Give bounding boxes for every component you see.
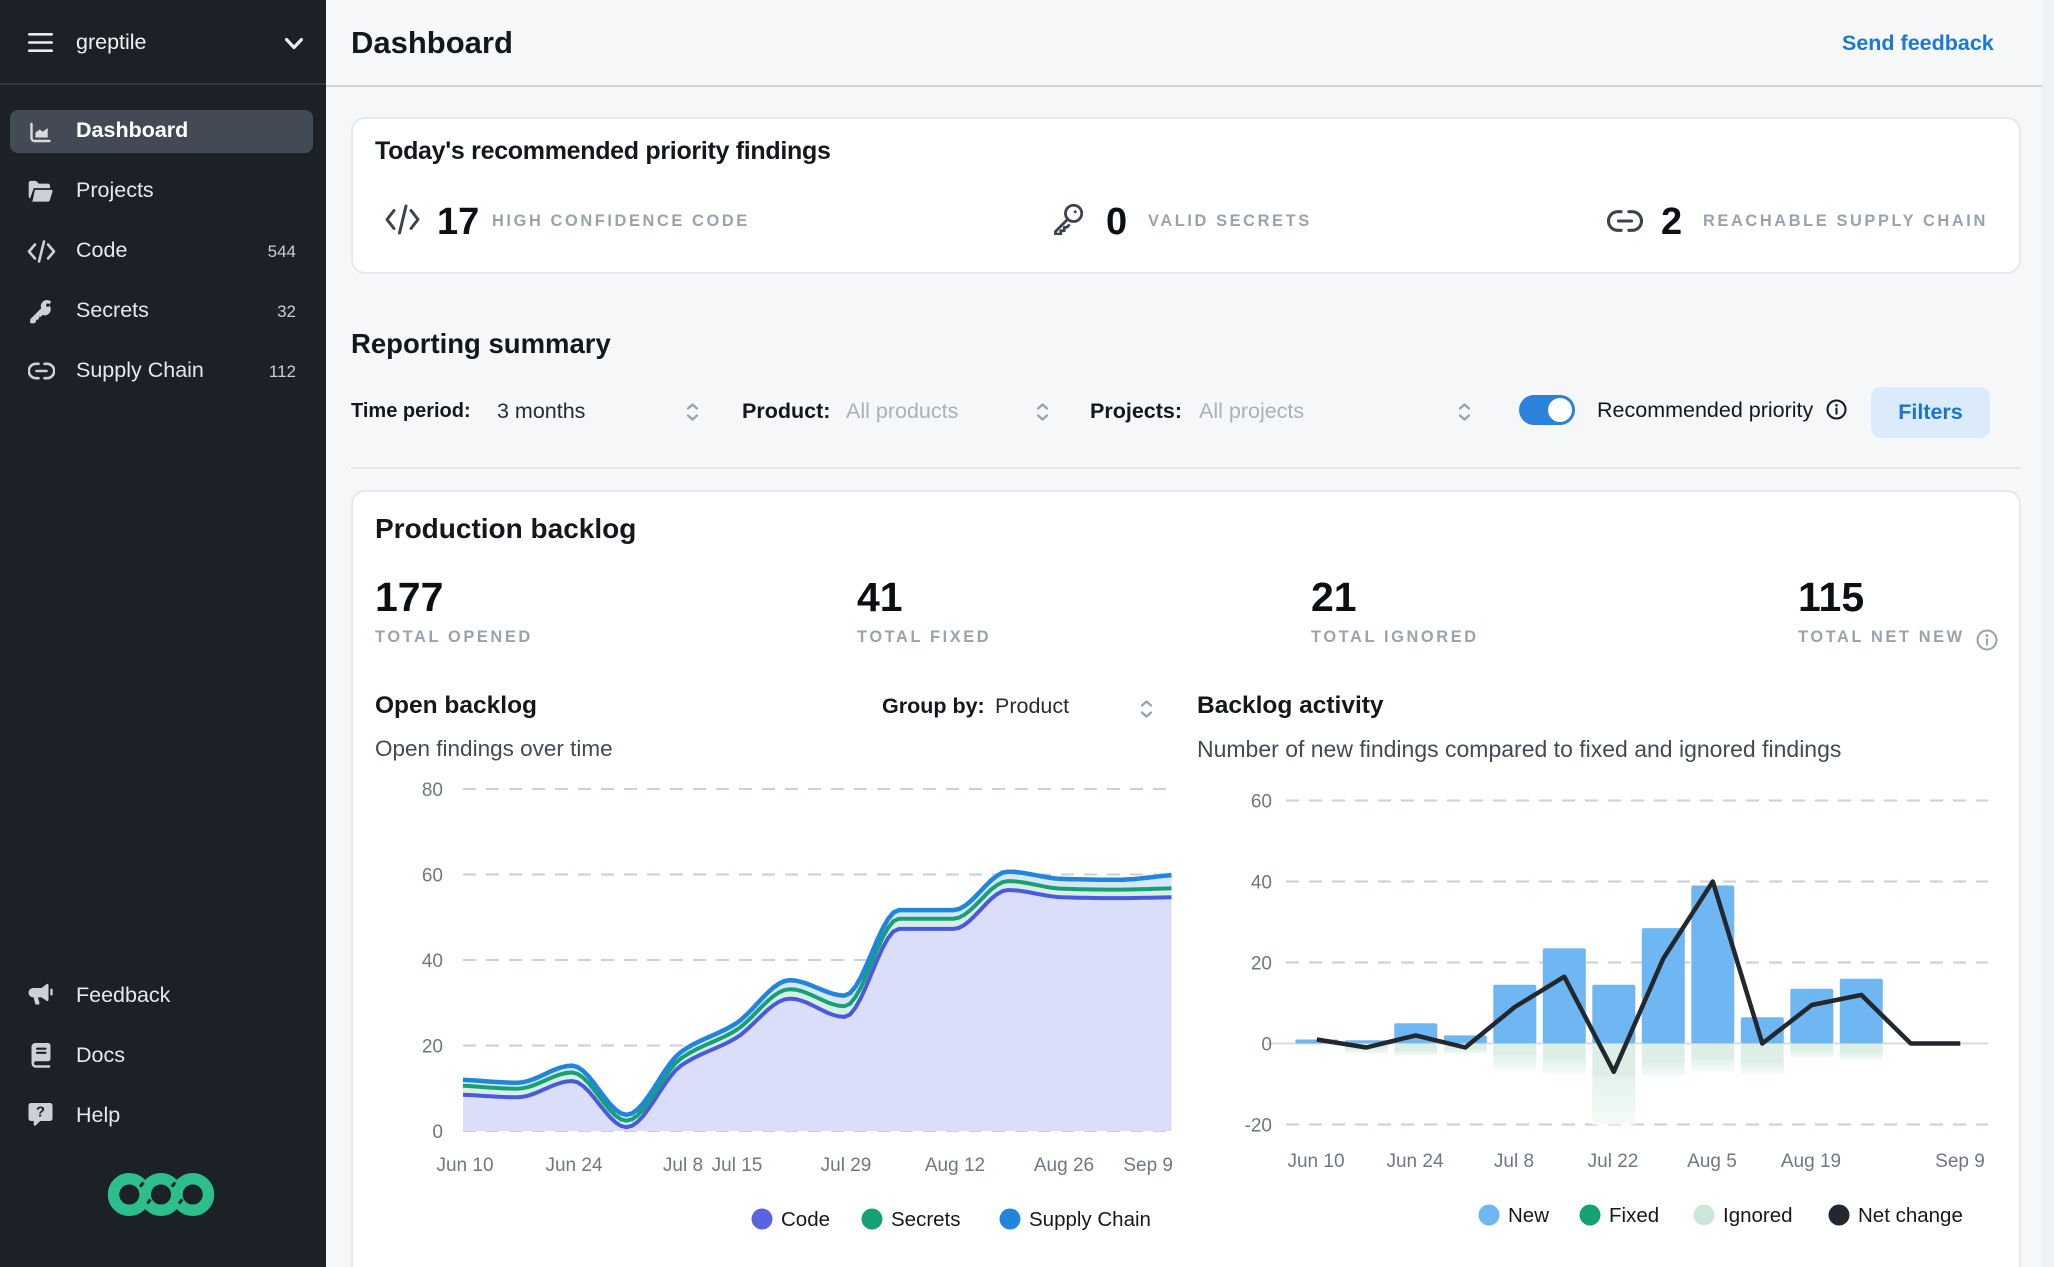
svg-text:Fixed: Fixed — [1609, 1204, 1659, 1227]
svg-text:Jul 15: Jul 15 — [712, 1155, 763, 1176]
svg-text:Sep 9: Sep 9 — [1935, 1151, 1985, 1172]
svg-text:40: 40 — [1251, 873, 1272, 894]
svg-text:Jun 10: Jun 10 — [436, 1155, 493, 1176]
svg-text:-20: -20 — [1245, 1116, 1272, 1137]
svg-text:Aug 5: Aug 5 — [1687, 1151, 1737, 1172]
svg-text:Aug 12: Aug 12 — [925, 1155, 985, 1176]
svg-text:Sep 9: Sep 9 — [1123, 1155, 1173, 1176]
svg-text:Jul 8: Jul 8 — [1494, 1151, 1534, 1172]
svg-text:0: 0 — [432, 1122, 443, 1143]
svg-text:Code: Code — [781, 1208, 830, 1231]
svg-text:80: 80 — [422, 780, 443, 801]
svg-text:Secrets: Secrets — [891, 1208, 961, 1231]
svg-text:Jun 10: Jun 10 — [1287, 1151, 1344, 1172]
svg-text:60: 60 — [422, 866, 443, 887]
svg-text:Jun 24: Jun 24 — [545, 1155, 602, 1176]
svg-text:60: 60 — [1251, 792, 1272, 813]
svg-text:Jul 8: Jul 8 — [663, 1155, 703, 1176]
svg-text:Jul 29: Jul 29 — [821, 1155, 872, 1176]
svg-text:Jul 22: Jul 22 — [1588, 1151, 1639, 1172]
svg-text:20: 20 — [1251, 954, 1272, 975]
svg-text:Jun 24: Jun 24 — [1386, 1151, 1443, 1172]
svg-text:New: New — [1508, 1204, 1549, 1227]
svg-text:40: 40 — [422, 951, 443, 972]
svg-text:Supply Chain: Supply Chain — [1029, 1208, 1151, 1231]
svg-text:Aug 26: Aug 26 — [1034, 1155, 1094, 1176]
svg-text:Ignored: Ignored — [1723, 1204, 1793, 1227]
svg-text:Aug 19: Aug 19 — [1781, 1151, 1841, 1172]
svg-text:0: 0 — [1261, 1035, 1272, 1056]
svg-text:20: 20 — [422, 1037, 443, 1058]
svg-text:Net change: Net change — [1858, 1204, 1963, 1227]
